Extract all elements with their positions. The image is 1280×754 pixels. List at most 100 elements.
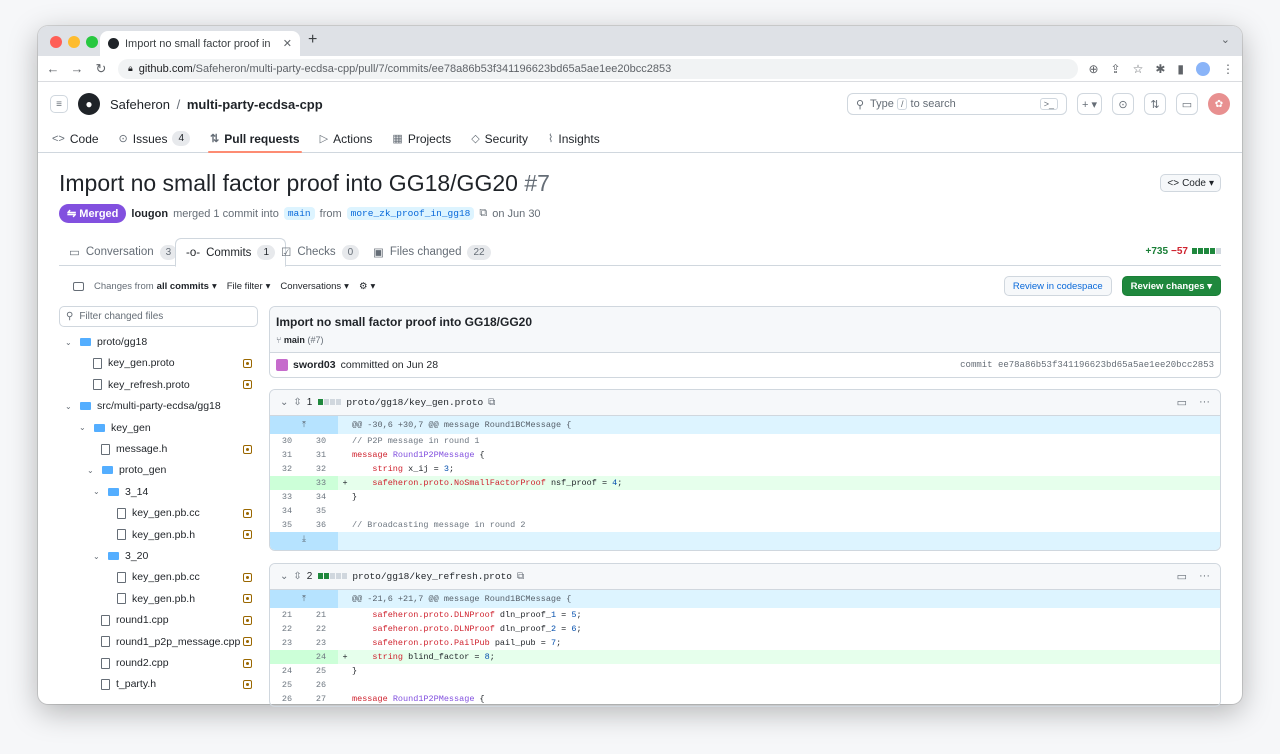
copy-icon[interactable]: ⧉ — [517, 571, 524, 582]
expand-all-icon[interactable]: ⇳ — [293, 571, 301, 582]
chevron-down-icon[interactable]: ⌄ — [280, 397, 288, 408]
repo-nav-actions[interactable]: ▷ Actions — [318, 125, 375, 152]
share-icon[interactable]: ⇪ — [1111, 62, 1121, 76]
back-icon[interactable]: ← — [46, 61, 60, 76]
tree-file[interactable]: key_gen.pb.h — [103, 526, 258, 544]
toggle-file-tree-button[interactable] — [73, 281, 84, 291]
old-line-number[interactable]: 32 — [270, 462, 304, 476]
extensions-icon[interactable]: ✱ — [1155, 62, 1165, 76]
inbox-icon[interactable]: ▭ — [1176, 93, 1198, 115]
tab-conversation[interactable]: ▭ Conversation 3 — [59, 238, 187, 266]
review-in-codespace-button[interactable]: Review in codespace — [1003, 276, 1112, 296]
tree-folder[interactable]: ⌄ src/multi-party-ecdsa/gg18 — [65, 397, 258, 415]
old-line-number[interactable]: 35 — [270, 518, 304, 532]
minimize-window-icon[interactable] — [68, 36, 80, 48]
old-line-number[interactable]: 24 — [270, 664, 304, 678]
pr-author-link[interactable]: lougon — [131, 208, 168, 220]
new-tab-icon[interactable]: + — [308, 31, 317, 49]
issues-icon[interactable]: ⊙ — [1112, 93, 1134, 115]
maximize-window-icon[interactable] — [86, 36, 98, 48]
new-line-number[interactable]: 27 — [304, 692, 338, 706]
close-tab-icon[interactable]: ✕ — [283, 37, 292, 50]
diff-settings-dropdown[interactable]: ⚙ ▾ — [359, 281, 375, 292]
repo-nav-security[interactable]: ◇ Security — [469, 125, 530, 152]
copy-icon[interactable]: ⧉ — [479, 207, 487, 220]
tree-folder[interactable]: ⌄ 3_20 — [93, 547, 258, 565]
repo-nav-pull-requests[interactable]: ⇅ Pull requests — [208, 125, 302, 153]
tree-file[interactable]: key_gen.pb.cc — [103, 504, 258, 522]
hamburger-menu-icon[interactable]: ≡ — [50, 95, 68, 113]
new-line-number[interactable]: 21 — [304, 608, 338, 622]
code-button[interactable]: <> Code ▾ — [1160, 174, 1221, 192]
reload-icon[interactable]: ↻ — [94, 61, 108, 77]
old-line-number[interactable]: 31 — [270, 448, 304, 462]
chevron-down-icon[interactable]: ⌄ — [79, 423, 88, 432]
base-branch[interactable]: main — [283, 207, 315, 220]
old-line-number[interactable]: 23 — [270, 636, 304, 650]
tab-checks[interactable]: ☑ Checks 0 — [271, 238, 369, 266]
new-line-number[interactable]: 33 — [304, 476, 338, 490]
review-changes-button[interactable]: Review changes ▾ — [1121, 276, 1221, 296]
new-line-number[interactable]: 24 — [304, 650, 338, 664]
repo-nav-projects[interactable]: ▦ Projects — [390, 125, 453, 152]
new-line-number[interactable]: 30 — [304, 434, 338, 448]
repo-link[interactable]: multi-party-ecdsa-cpp — [187, 97, 323, 112]
tree-folder[interactable]: ⌄ proto/gg18 — [65, 333, 258, 351]
new-line-number[interactable]: 23 — [304, 636, 338, 650]
tree-file[interactable]: key_gen.pb.cc — [103, 568, 258, 586]
commit-author-avatar[interactable] — [276, 359, 288, 371]
user-avatar[interactable]: ✿ — [1208, 93, 1230, 115]
old-line-number[interactable]: 21 — [270, 608, 304, 622]
filter-changed-files-input[interactable]: ⚲ Filter changed files — [59, 306, 258, 327]
old-line-number[interactable]: 34 — [270, 504, 304, 518]
comment-icon[interactable]: ▭ — [1177, 570, 1187, 583]
comment-icon[interactable]: ▭ — [1177, 396, 1187, 409]
browser-tab[interactable]: Import no small factor proof in ✕ — [100, 31, 300, 56]
tree-file[interactable]: t_party.h — [87, 675, 258, 693]
old-line-number[interactable]: 22 — [270, 622, 304, 636]
tree-file[interactable]: key_gen.proto — [79, 354, 258, 372]
conversations-dropdown[interactable]: Conversations ▾ — [280, 281, 349, 292]
kebab-menu-icon[interactable]: ··· — [1199, 570, 1210, 583]
browser-menu-icon[interactable]: ⋮ — [1222, 62, 1234, 76]
tree-folder[interactable]: ⌄ key_gen — [79, 419, 258, 437]
expand-down-icon[interactable]: ⤓ — [270, 532, 338, 550]
tree-file[interactable]: key_refresh.proto — [79, 376, 258, 394]
bookmark-star-icon[interactable]: ☆ — [1133, 62, 1144, 76]
old-line-number[interactable]: 33 — [270, 490, 304, 504]
new-line-number[interactable]: 22 — [304, 622, 338, 636]
chevron-down-icon[interactable]: ⌄ — [93, 487, 102, 496]
pull-requests-icon[interactable]: ⇅ — [1144, 93, 1166, 115]
tree-file[interactable]: round2.cpp — [87, 654, 258, 672]
tree-file[interactable]: round1.cpp — [87, 611, 258, 629]
old-line-number[interactable] — [270, 650, 304, 664]
install-app-icon[interactable]: ⊕ — [1088, 62, 1098, 76]
chevron-down-icon[interactable]: ⌄ — [65, 402, 74, 411]
create-new-icon[interactable]: + ▾ — [1076, 93, 1102, 115]
tab-search-chevron-icon[interactable]: ⌄ — [1221, 33, 1230, 46]
old-line-number[interactable] — [270, 476, 304, 490]
close-window-icon[interactable] — [50, 36, 62, 48]
tree-file[interactable]: round1_p2p_message.cpp — [87, 633, 258, 651]
tree-folder[interactable]: ⌄ proto_gen — [87, 461, 258, 479]
tree-file[interactable]: message.h — [87, 440, 258, 458]
expand-all-icon[interactable]: ⇳ — [293, 397, 301, 408]
chevron-down-icon[interactable]: ⌄ — [87, 466, 96, 475]
forward-icon[interactable]: → — [70, 61, 84, 76]
commit-author[interactable]: sword03 — [293, 359, 336, 371]
profile-icon[interactable] — [1196, 61, 1210, 76]
tab-commits[interactable]: -o- Commits 1 — [175, 238, 286, 267]
changes-from-dropdown[interactable]: Changes from all commits ▾ — [94, 281, 217, 292]
new-line-number[interactable]: 34 — [304, 490, 338, 504]
diff-file-path[interactable]: proto/gg18/key_gen.proto — [346, 397, 483, 408]
address-bar[interactable]: 🔒︎ github.com/Safeheron/multi-party-ecds… — [118, 58, 1079, 79]
tree-folder[interactable]: ⌄ 3_14 — [93, 483, 258, 501]
repo-nav-issues[interactable]: ⊙ Issues 4 — [117, 125, 192, 152]
new-line-number[interactable]: 25 — [304, 664, 338, 678]
new-line-number[interactable]: 32 — [304, 462, 338, 476]
expand-up-icon[interactable]: ⤒ — [270, 416, 338, 434]
repo-nav-code[interactable]: <> Code — [50, 125, 101, 152]
search-input[interactable]: ⚲ Type / to search >_ — [846, 93, 1067, 115]
diff-file-path[interactable]: proto/gg18/key_refresh.proto — [352, 571, 512, 582]
expand-up-icon[interactable]: ⤒ — [270, 590, 338, 608]
